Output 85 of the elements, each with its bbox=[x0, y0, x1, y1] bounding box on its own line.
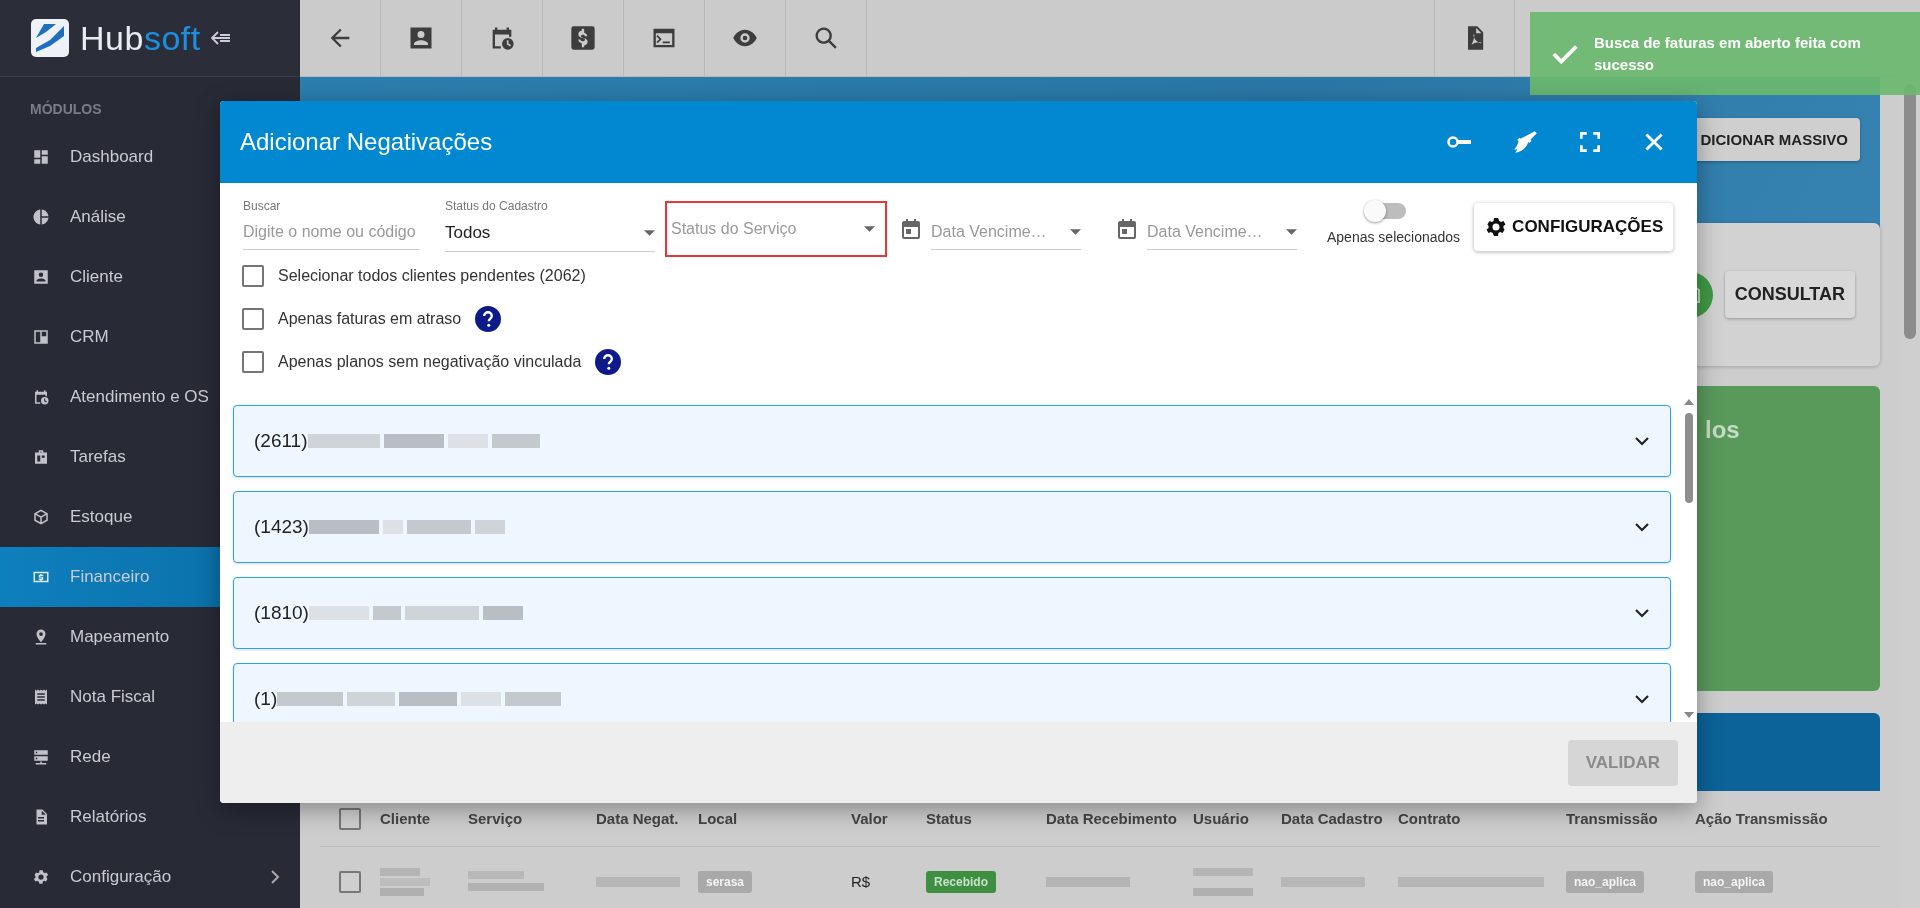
blurred-text bbox=[380, 868, 430, 896]
server-icon bbox=[32, 748, 50, 766]
toggle-label: Apenas selecionados bbox=[1327, 229, 1461, 245]
select-all-checkbox[interactable] bbox=[339, 807, 361, 830]
chevron-down-icon[interactable] bbox=[1634, 608, 1650, 618]
column-header: Serviço bbox=[468, 810, 524, 827]
scrollbar-thumb[interactable] bbox=[1685, 413, 1693, 503]
client-accordion[interactable]: (1) bbox=[233, 663, 1671, 722]
fullscreen-icon[interactable] bbox=[1577, 129, 1603, 155]
sidebar-item[interactable]: Configuração bbox=[0, 847, 300, 907]
status-badge: Recebido bbox=[926, 871, 996, 893]
calendar-icon[interactable] bbox=[899, 216, 923, 242]
checkbox[interactable] bbox=[242, 265, 264, 287]
client-code: (1423) bbox=[254, 516, 309, 538]
person-card-icon bbox=[32, 268, 50, 286]
select-value: Status do Serviço bbox=[671, 220, 798, 238]
column-header: Valor bbox=[851, 810, 889, 827]
calendar-clock-icon bbox=[32, 388, 50, 406]
checkbox-label: Apenas faturas em atraso bbox=[278, 310, 462, 328]
caret-icon bbox=[644, 230, 655, 236]
modal-title: Adicionar Negativações bbox=[240, 128, 494, 156]
toggle-switch[interactable] bbox=[1365, 203, 1406, 219]
date-placeholder: Data Vencime… bbox=[931, 223, 1048, 241]
pdf-button[interactable] bbox=[1434, 0, 1515, 76]
table-cell: R$ bbox=[851, 873, 871, 890]
client-accordion[interactable]: (1423) bbox=[233, 491, 1671, 563]
field-label: Buscar bbox=[243, 199, 282, 215]
sidebar-heading: MÓDULOS bbox=[29, 99, 103, 119]
checkbox[interactable] bbox=[242, 351, 264, 373]
transmission-badge: nao_aplica bbox=[1695, 871, 1774, 893]
help-icon[interactable] bbox=[595, 349, 622, 375]
board-icon bbox=[32, 328, 50, 346]
collapse-icon[interactable] bbox=[210, 31, 231, 45]
caret-icon bbox=[1286, 229, 1297, 235]
card-title: los bbox=[1705, 416, 1740, 443]
select-value: Todos bbox=[445, 223, 492, 243]
column-header: Status bbox=[926, 810, 973, 827]
column-header: Local bbox=[698, 810, 739, 827]
checkbox[interactable] bbox=[242, 308, 264, 330]
caret-icon bbox=[864, 226, 875, 232]
help-icon[interactable] bbox=[475, 306, 502, 332]
search-field[interactable]: Digite o nome ou código bbox=[243, 215, 420, 250]
scroll-up-icon[interactable] bbox=[1684, 399, 1694, 405]
column-header: Cliente bbox=[380, 810, 431, 827]
client-code: (2611) bbox=[254, 430, 308, 452]
chevron-down-icon[interactable] bbox=[1634, 694, 1650, 704]
chevron-down-icon[interactable] bbox=[1634, 522, 1650, 532]
column-header: Data Cadastro bbox=[1281, 810, 1384, 827]
column-header: Data Negat. bbox=[596, 810, 680, 827]
select-field[interactable]: Status do Cadastro Todos bbox=[445, 195, 655, 252]
checkbox-label: Selecionar todos clientes pendentes (2062) bbox=[278, 267, 586, 285]
client-code: (1) bbox=[254, 688, 278, 710]
column-header: Contrato bbox=[1398, 810, 1462, 827]
settings-icon bbox=[32, 868, 50, 886]
dollar-icon bbox=[569, 24, 597, 52]
local-badge: serasa bbox=[698, 871, 753, 893]
grid-icon bbox=[32, 148, 50, 166]
logo-text: Hubsoft bbox=[80, 18, 201, 58]
blurred-text bbox=[1193, 868, 1253, 896]
cube-icon bbox=[32, 508, 50, 526]
logo-icon bbox=[30, 18, 70, 58]
chevron-down-icon[interactable] bbox=[1634, 436, 1650, 446]
sidebar-item[interactable]: Relatórios bbox=[0, 787, 300, 847]
transmission-badge: nao_aplica bbox=[1566, 871, 1645, 893]
scroll-down-icon[interactable] bbox=[1684, 712, 1694, 718]
receipt-icon bbox=[32, 688, 50, 706]
client-accordion[interactable]: (1810) bbox=[233, 577, 1671, 649]
broom-icon[interactable] bbox=[1513, 129, 1539, 155]
pie-chart-icon bbox=[32, 208, 50, 226]
column-header: Usuário bbox=[1193, 810, 1250, 827]
settings-button[interactable]: CONFIGURAÇÕES bbox=[1474, 203, 1674, 251]
checkbox-label: Apenas planos sem negativação vinculada bbox=[278, 353, 582, 371]
column-header: Transmissão bbox=[1566, 810, 1659, 827]
caret-icon bbox=[1070, 229, 1081, 235]
sidebar-item[interactable]: Rede bbox=[0, 727, 300, 787]
consult-button[interactable]: CONSULTAR bbox=[1724, 271, 1855, 318]
calendar-icon[interactable] bbox=[1115, 216, 1139, 242]
date-placeholder: Data Vencime… bbox=[1147, 223, 1264, 241]
field-label: Status do Cadastro bbox=[445, 199, 549, 215]
row-checkbox[interactable] bbox=[339, 871, 361, 893]
toast-message: Busca de faturas em aberto feita com sucesso bbox=[1594, 32, 1862, 75]
column-header: Data Recebimento bbox=[1046, 810, 1178, 827]
column-header: Ação Transmissão bbox=[1695, 810, 1829, 827]
clipboard-icon bbox=[32, 448, 50, 466]
client-accordion[interactable]: (2611) bbox=[233, 405, 1671, 477]
